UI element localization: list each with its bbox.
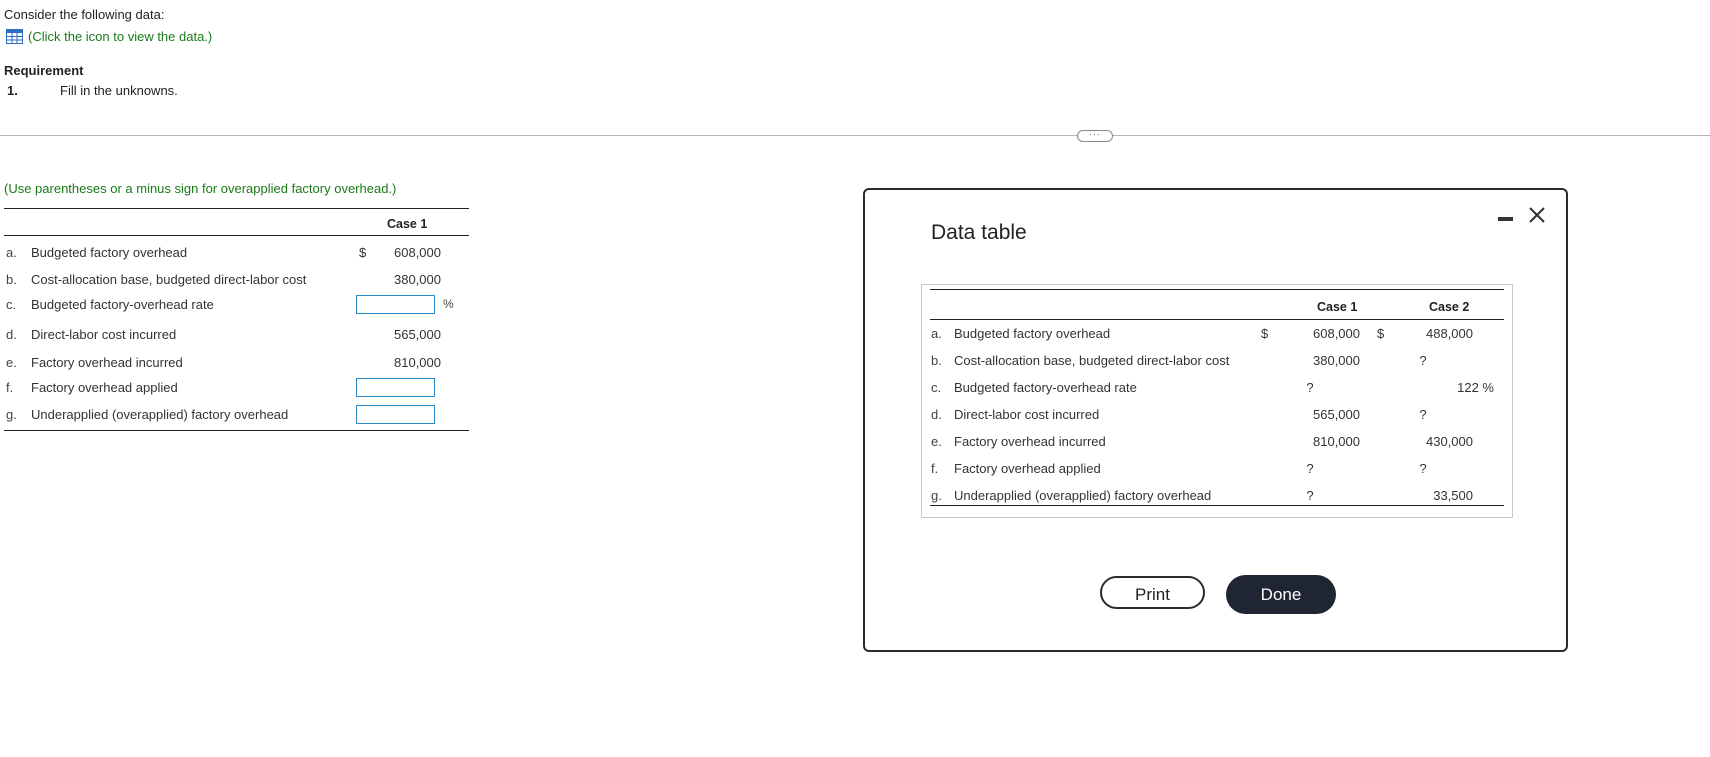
- row-label: Factory overhead applied: [31, 380, 178, 395]
- requirement-number: 1.: [7, 83, 18, 98]
- row-letter: b.: [6, 272, 17, 287]
- case-2-header: Case 2: [1429, 300, 1470, 314]
- row-letter: a.: [6, 245, 17, 260]
- case-2-value: 122 %: [1457, 380, 1494, 395]
- row-label: Direct-labor cost incurred: [954, 407, 1100, 422]
- row-label: Budgeted factory-overhead rate: [31, 297, 214, 312]
- case-1-dollar: $: [1261, 326, 1269, 341]
- data-row-c: c. Budgeted factory-overhead rate ? 122 …: [922, 380, 1512, 400]
- requirement-title: Requirement: [4, 63, 84, 78]
- table-bottom-rule: [930, 505, 1504, 506]
- row-letter: f.: [6, 380, 14, 395]
- answer-row-c: c. Budgeted factory-overhead rate %: [4, 295, 469, 315]
- answer-row-g: g. Underapplied (overapplied) factory ov…: [4, 405, 469, 425]
- overhead-rate-input[interactable]: [356, 295, 435, 314]
- case-1-header: Case 1: [1317, 300, 1358, 314]
- row-label: Underapplied (overapplied) factory overh…: [31, 407, 289, 422]
- row-letter: g.: [6, 407, 17, 422]
- table-top-rule: [4, 208, 469, 209]
- row-label: Underapplied (overapplied) factory overh…: [954, 488, 1212, 503]
- row-label: Cost-allocation base, budgeted direct-la…: [954, 353, 1230, 368]
- case-1-value: 380,000: [1313, 353, 1360, 368]
- row-value: 380,000: [394, 272, 441, 287]
- minimize-icon[interactable]: [1498, 217, 1513, 221]
- row-letter: e.: [6, 355, 17, 370]
- row-label: Budgeted factory overhead: [31, 245, 188, 260]
- row-value: 608,000: [394, 245, 441, 260]
- requirement-item: 1. Fill in the unknowns.: [7, 83, 178, 98]
- row-label: Direct-labor cost incurred: [31, 327, 177, 342]
- data-row-b: b. Cost-allocation base, budgeted direct…: [922, 353, 1512, 373]
- case-1-value: 810,000: [1313, 434, 1360, 449]
- case-1-value: 608,000: [1313, 326, 1360, 341]
- instruction-text: (Use parentheses or a minus sign for ove…: [4, 181, 397, 196]
- row-label: Factory overhead applied: [954, 461, 1101, 476]
- row-label: Budgeted factory-overhead rate: [954, 380, 1137, 395]
- case-1-value: ?: [1306, 461, 1314, 476]
- row-label: Cost-allocation base, budgeted direct-la…: [31, 272, 307, 287]
- row-label: Factory overhead incurred: [954, 434, 1106, 449]
- case-1-value: ?: [1306, 380, 1314, 395]
- data-table: Case 1 Case 2 a. Budgeted factory overhe…: [921, 284, 1513, 518]
- row-letter: c.: [6, 297, 17, 312]
- modal-title: Data table: [931, 221, 1027, 244]
- data-row-e: e. Factory overhead incurred 810,000 430…: [922, 434, 1512, 454]
- row-letter: d.: [931, 407, 942, 422]
- percent-unit: %: [443, 297, 454, 311]
- data-row-d: d. Direct-labor cost incurred 565,000 ?: [922, 407, 1512, 427]
- data-row-a: a. Budgeted factory overhead $ 608,000 $…: [922, 326, 1512, 346]
- case-1-value: ?: [1306, 488, 1314, 503]
- row-label: Budgeted factory overhead: [954, 326, 1111, 341]
- case-1-header: Case 1: [387, 217, 428, 231]
- row-letter: a.: [931, 326, 942, 341]
- row-label: Factory overhead incurred: [31, 355, 183, 370]
- view-data-link[interactable]: (Click the icon to view the data.): [6, 29, 212, 44]
- case-2-value: ?: [1419, 461, 1427, 476]
- overhead-applied-input[interactable]: [356, 378, 435, 397]
- case-1-value: 565,000: [1313, 407, 1360, 422]
- print-button[interactable]: Print: [1100, 576, 1205, 609]
- view-data-link-text[interactable]: (Click the icon to view the data.): [28, 29, 212, 44]
- row-letter: f.: [931, 461, 939, 476]
- table-header-rule: [930, 319, 1504, 320]
- row-letter: e.: [931, 434, 942, 449]
- answer-row-a: a. Budgeted factory overhead $ 608,000: [4, 243, 469, 263]
- answer-row-b: b. Cost-allocation base, budgeted direct…: [4, 270, 469, 290]
- intro-text: Consider the following data:: [4, 7, 165, 22]
- data-table-modal: Data table Case 1 Case 2 a. Budgeted fac…: [863, 188, 1568, 652]
- row-value: 810,000: [394, 355, 441, 370]
- row-letter: d.: [6, 327, 17, 342]
- row-value: 565,000: [394, 327, 441, 342]
- answer-row-f: f. Factory overhead applied: [4, 378, 469, 398]
- table-header-rule: [4, 235, 469, 236]
- case-2-value: 430,000: [1426, 434, 1473, 449]
- answer-row-e: e. Factory overhead incurred 810,000: [4, 353, 469, 373]
- case-2-value: 33,500: [1433, 488, 1473, 503]
- close-icon[interactable]: [1527, 205, 1547, 225]
- ellipsis-icon[interactable]: ···: [1077, 130, 1113, 142]
- case-2-value: ?: [1419, 407, 1427, 422]
- row-letter: b.: [931, 353, 942, 368]
- case-2-value: 488,000: [1426, 326, 1473, 341]
- case-2-value: ?: [1419, 353, 1427, 368]
- dollar-sign: $: [359, 245, 367, 260]
- done-button[interactable]: Done: [1226, 575, 1336, 614]
- requirement-text: Fill in the unknowns.: [60, 83, 178, 98]
- row-letter: c.: [931, 380, 942, 395]
- case-2-dollar: $: [1377, 326, 1385, 341]
- section-divider: [0, 135, 1710, 136]
- data-row-f: f. Factory overhead applied ? ?: [922, 461, 1512, 481]
- row-letter: g.: [931, 488, 942, 503]
- table-top-rule: [930, 289, 1504, 290]
- underapplied-overhead-input[interactable]: [356, 405, 435, 424]
- answer-row-d: d. Direct-labor cost incurred 565,000: [4, 325, 469, 345]
- table-grid-icon[interactable]: [6, 29, 23, 44]
- table-bottom-rule: [4, 430, 469, 431]
